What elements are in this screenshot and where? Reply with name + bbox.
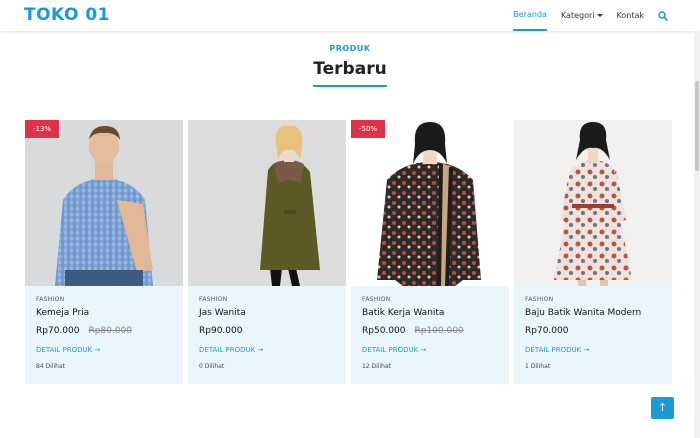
product-price: Rp50.000 bbox=[362, 326, 406, 336]
caret-down-icon bbox=[596, 14, 603, 17]
section-title: Terbaru bbox=[313, 59, 387, 79]
detail-produk-link[interactable]: DETAIL PRODUK → bbox=[36, 346, 176, 354]
product-prices: Rp50.000 Rp100.000 bbox=[362, 326, 502, 336]
product-name[interactable]: Kemeja Pria bbox=[36, 308, 176, 318]
product-image[interactable] bbox=[188, 120, 346, 286]
view-count: 12 Dilihat bbox=[362, 363, 391, 370]
discount-badge: -13% bbox=[25, 120, 60, 138]
page-scrollbar[interactable] bbox=[694, 31, 700, 438]
search-icon[interactable] bbox=[658, 10, 668, 21]
product-prices: Rp90.000 bbox=[199, 326, 339, 336]
product-old-price: Rp80.000 bbox=[88, 326, 132, 336]
detail-produk-link[interactable]: DETAIL PRODUK → bbox=[362, 346, 502, 354]
product-category[interactable]: FASHION bbox=[199, 296, 339, 303]
back-to-top-button[interactable]: ↑ bbox=[651, 397, 674, 419]
product-card[interactable]: -13% FASHION Kemeja Pria Rp70.000 Rp80.00… bbox=[25, 120, 183, 384]
product-category[interactable]: FASHION bbox=[36, 296, 176, 303]
product-name[interactable]: Jas Wanita bbox=[199, 308, 339, 318]
nav-item-kontak[interactable]: Kontak bbox=[617, 0, 644, 31]
view-count: 1 Dilihat bbox=[525, 363, 551, 370]
product-image[interactable] bbox=[514, 120, 672, 286]
nav-item-kategori[interactable]: Kategori bbox=[561, 0, 603, 31]
main-nav: Beranda Kategori Kontak bbox=[499, 0, 668, 31]
detail-produk-link[interactable]: DETAIL PRODUK → bbox=[199, 346, 339, 354]
arrow-up-icon: ↑ bbox=[657, 401, 668, 414]
product-grid: -13% FASHION Kemeja Pria Rp70.000 Rp80.00… bbox=[25, 120, 673, 384]
product-price: Rp90.000 bbox=[199, 326, 243, 336]
view-count: 84 Dilihat bbox=[36, 363, 65, 370]
product-info: FASHION Baju Batik Wanita Modern Rp70.00… bbox=[525, 296, 665, 370]
brand-logo[interactable]: TOKO 01 bbox=[24, 5, 110, 25]
title-underline bbox=[313, 85, 387, 87]
product-image[interactable] bbox=[351, 120, 509, 286]
product-name[interactable]: Baju Batik Wanita Modern bbox=[525, 308, 665, 318]
product-card[interactable]: FASHION Jas Wanita Rp90.000 DETAIL PRODU… bbox=[188, 120, 346, 384]
nav-item-kategori-label: Kategori bbox=[560, 11, 595, 20]
view-count: 0 Dilihat bbox=[199, 363, 225, 370]
product-image[interactable] bbox=[25, 120, 183, 286]
product-info: FASHION Jas Wanita Rp90.000 DETAIL PRODU… bbox=[199, 296, 339, 370]
product-name[interactable]: Batik Kerja Wanita bbox=[362, 308, 502, 318]
product-price: Rp70.000 bbox=[36, 326, 80, 336]
product-card[interactable]: FASHION Baju Batik Wanita Modern Rp70.00… bbox=[514, 120, 672, 384]
detail-produk-link[interactable]: DETAIL PRODUK → bbox=[525, 346, 665, 354]
scrollbar-thumb[interactable] bbox=[695, 81, 699, 171]
product-card[interactable]: -50% FASHION Batik Kerja Wanita Rp50.000… bbox=[351, 120, 509, 384]
product-price: Rp70.000 bbox=[525, 326, 569, 336]
section-header: PRODUK Terbaru bbox=[0, 44, 700, 87]
product-category[interactable]: FASHION bbox=[525, 296, 665, 303]
section-label: PRODUK bbox=[329, 44, 371, 53]
product-info: FASHION Batik Kerja Wanita Rp50.000 Rp100… bbox=[362, 296, 502, 370]
nav-item-beranda[interactable]: Beranda bbox=[513, 0, 547, 31]
navbar: TOKO 01 Beranda Kategori Kontak bbox=[0, 0, 700, 31]
product-old-price: Rp100.000 bbox=[414, 326, 464, 336]
product-info: FASHION Kemeja Pria Rp70.000 Rp80.000 DET… bbox=[36, 296, 176, 370]
product-prices: Rp70.000 Rp80.000 bbox=[36, 326, 176, 336]
product-prices: Rp70.000 bbox=[525, 326, 665, 336]
product-category[interactable]: FASHION bbox=[362, 296, 502, 303]
discount-badge: -50% bbox=[351, 120, 386, 138]
